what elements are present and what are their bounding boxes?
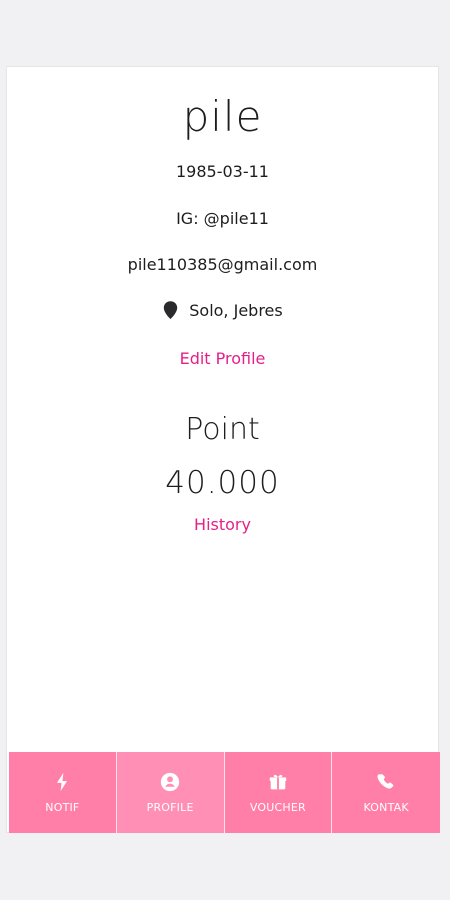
profile-card: pile 1985-03-11 IG: @pile11 pile110385@g…: [6, 66, 439, 833]
tab-kontak[interactable]: KONTAK: [332, 752, 440, 833]
tab-notif[interactable]: NOTIF: [9, 752, 117, 833]
points-history-link[interactable]: History: [7, 515, 438, 534]
bottom-tab-bar: NOTIF PROFILE VOUCHER KONTAK: [9, 752, 440, 833]
points-label: Point: [185, 412, 260, 447]
tab-profile[interactable]: PROFILE: [116, 752, 225, 833]
profile-name: pile: [182, 92, 263, 141]
phone-icon: [375, 771, 397, 801]
bolt-icon: [51, 771, 73, 801]
tab-kontak-label: KONTAK: [363, 801, 409, 814]
profile-email: pile110385@gmail.com: [127, 255, 318, 274]
edit-profile-link[interactable]: Edit Profile: [7, 349, 438, 368]
user-circle-icon: [159, 771, 181, 801]
tab-notif-label: NOTIF: [45, 801, 80, 814]
points-value: 40.000: [165, 465, 280, 501]
tab-profile-label: PROFILE: [146, 801, 194, 814]
gift-icon: [267, 771, 289, 801]
profile-dob: 1985-03-11: [176, 162, 269, 181]
tab-voucher[interactable]: VOUCHER: [225, 752, 333, 833]
profile-location-row: Solo, Jebres: [7, 300, 438, 320]
profile-instagram: IG: @pile11: [176, 209, 269, 228]
profile-location: Solo, Jebres: [189, 300, 283, 320]
map-pin-icon: [162, 300, 179, 320]
tab-voucher-label: VOUCHER: [249, 801, 306, 814]
